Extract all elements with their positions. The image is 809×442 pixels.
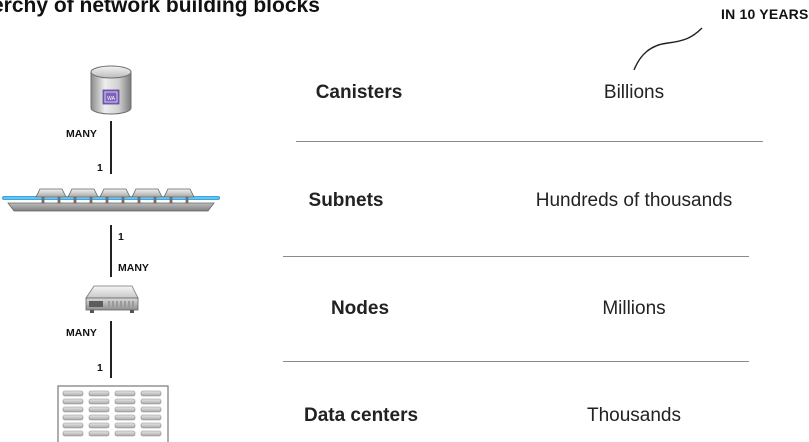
connector-canister-subnet xyxy=(110,121,112,174)
row-name-data-centers: Data centers xyxy=(303,405,419,426)
row-separator xyxy=(283,256,749,257)
connector-node-datacenter xyxy=(110,321,112,378)
subnet-network-icon xyxy=(2,188,220,212)
row-separator xyxy=(296,141,763,142)
relation-label-one: 1 xyxy=(118,231,124,243)
row-name-canisters: Canisters xyxy=(315,82,403,103)
row-name-subnets: Subnets xyxy=(308,190,384,211)
relation-label-one: 1 xyxy=(97,362,103,374)
relation-label-many: MANY xyxy=(66,327,97,339)
database-canister-icon: WA xyxy=(90,65,132,115)
connector-subnet-node xyxy=(110,225,112,277)
diagram-title: erchy of network building blocks xyxy=(0,0,320,17)
relation-label-many: MANY xyxy=(118,262,149,274)
svg-text:WA: WA xyxy=(107,96,116,102)
datacenter-racks-icon xyxy=(57,385,169,442)
row-value-canisters: Billions xyxy=(603,82,665,103)
relation-label-many: MANY xyxy=(66,128,97,140)
row-value-subnets: Hundreds of thousands xyxy=(535,190,733,211)
row-value-nodes: Millions xyxy=(602,298,666,319)
column-header: IN 10 YEARS xyxy=(721,6,809,22)
row-value-data-centers: Thousands xyxy=(586,405,682,426)
server-node-icon xyxy=(85,285,139,313)
relation-label-one: 1 xyxy=(97,162,103,174)
row-name-nodes: Nodes xyxy=(330,298,390,319)
row-separator xyxy=(283,361,749,362)
